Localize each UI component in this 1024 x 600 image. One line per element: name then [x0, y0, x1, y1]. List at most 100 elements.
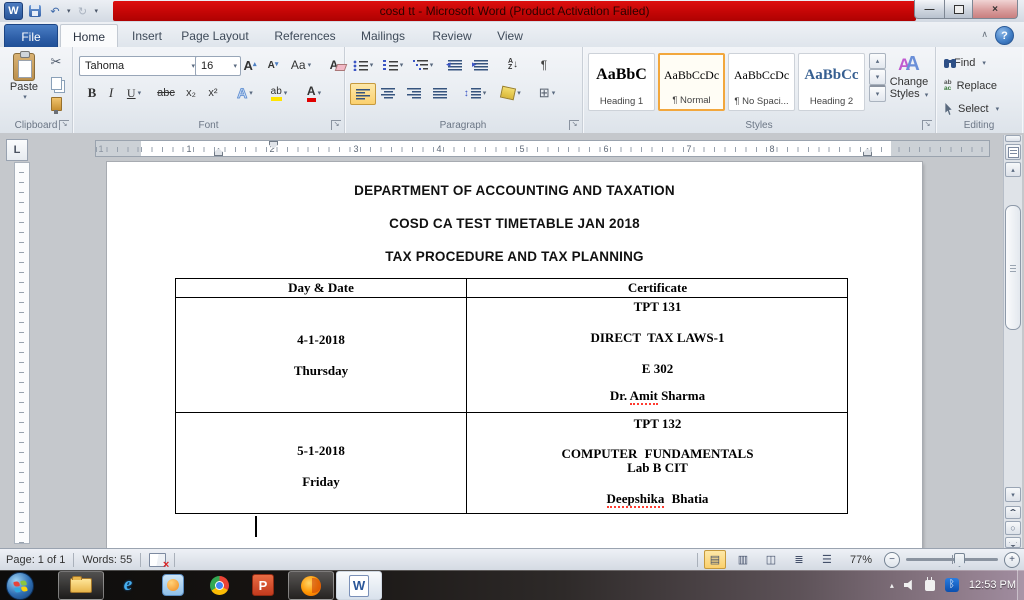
taskbar-media-player-button[interactable] — [161, 573, 185, 597]
align-right-button[interactable] — [402, 83, 426, 103]
copy-button[interactable] — [46, 74, 66, 92]
change-styles-button[interactable]: AA Change Styles ▾ — [885, 53, 933, 100]
tab-view[interactable]: View — [488, 24, 532, 47]
word-logo-icon[interactable]: W — [4, 2, 23, 20]
tab-insert[interactable]: Insert — [122, 24, 172, 47]
taskbar-firefox-button[interactable] — [288, 571, 334, 600]
paragraph-dialog-launcher[interactable]: ↘ — [569, 120, 579, 130]
styles-scroll-up-button[interactable]: ▴ — [869, 53, 886, 69]
previous-page-button[interactable] — [1005, 506, 1021, 519]
next-page-button[interactable] — [1005, 537, 1021, 548]
taskbar-chrome-button[interactable] — [207, 573, 231, 597]
page-count[interactable]: Page: 1 of 1 — [6, 554, 65, 566]
split-handle[interactable] — [1005, 135, 1021, 142]
restore-button[interactable] — [945, 0, 973, 19]
tab-mailings[interactable]: Mailings — [352, 24, 414, 47]
scroll-down-button[interactable]: ▾ — [1005, 487, 1021, 502]
text-effects-button[interactable]: A▾ — [231, 83, 259, 103]
outline-view-button[interactable]: ≣ — [788, 550, 810, 569]
shading-button[interactable]: ▾ — [496, 83, 526, 103]
zoom-slider-thumb[interactable] — [954, 553, 965, 567]
zoom-in-button[interactable]: + — [1004, 552, 1020, 568]
tab-home[interactable]: Home — [60, 24, 118, 48]
superscript-button[interactable]: x² — [203, 83, 223, 103]
customize-qat-button[interactable]: ▾ — [95, 7, 99, 15]
draft-view-button[interactable]: ☰ — [816, 550, 838, 569]
multilevel-list-button[interactable]: ▾ — [410, 55, 436, 75]
numbering-button[interactable]: ▾ — [380, 55, 406, 75]
browse-object-button[interactable]: ○ — [1005, 521, 1021, 535]
print-layout-view-button[interactable]: ▤ — [704, 550, 726, 569]
zoom-level[interactable]: 77% — [850, 554, 872, 566]
start-button[interactable] — [6, 572, 34, 600]
help-icon[interactable]: ? — [995, 26, 1014, 45]
scroll-up-button[interactable]: ▴ — [1005, 162, 1021, 177]
ruler-toggle-button[interactable] — [1005, 144, 1021, 160]
vertical-scrollbar[interactable]: ▴ ▾ ○ — [1003, 135, 1022, 548]
cut-button[interactable]: ✂ — [46, 53, 66, 71]
styles-more-button[interactable]: ▾ — [869, 85, 886, 102]
format-painter-button[interactable] — [46, 95, 66, 113]
taskbar-word-button[interactable]: W — [336, 571, 382, 600]
tab-references[interactable]: References — [268, 24, 342, 47]
paste-button[interactable]: Paste ▾ — [5, 51, 43, 117]
replace-button[interactable]: abac Replace — [944, 78, 997, 94]
bold-button[interactable]: B — [83, 83, 101, 103]
italic-button[interactable]: I — [103, 83, 119, 103]
bluetooth-icon[interactable]: ᛒ — [945, 578, 959, 592]
font-size-combo[interactable]: 16 ▾ — [195, 56, 241, 76]
show-hide-pilcrow-button[interactable]: ¶ — [534, 55, 554, 75]
word-count[interactable]: Words: 55 — [82, 554, 132, 566]
grow-font-button[interactable]: A▴ — [239, 55, 261, 75]
tab-stop-selector[interactable]: L — [6, 139, 28, 161]
minimize-ribbon-icon[interactable]: ∧ — [981, 29, 988, 40]
font-color-button[interactable]: A▾ — [299, 83, 329, 103]
change-case-button[interactable]: Aa▾ — [287, 55, 315, 75]
align-center-button[interactable] — [376, 83, 400, 103]
shrink-font-button[interactable]: A▾ — [263, 55, 283, 75]
taskbar-powerpoint-button[interactable]: P — [251, 573, 275, 597]
full-screen-reading-button[interactable]: ▥ — [732, 550, 754, 569]
show-desktop-button[interactable] — [1017, 570, 1024, 600]
undo-button[interactable]: ↶ — [47, 3, 63, 19]
close-button[interactable]: × — [973, 0, 1018, 19]
document-page[interactable]: DEPARTMENT OF ACCOUNTING AND TAXATION CO… — [107, 162, 922, 548]
decrease-indent-button[interactable] — [444, 55, 466, 75]
style-heading1[interactable]: AaBbC Heading 1 — [588, 53, 655, 111]
sort-button[interactable]: A Z ↓ — [500, 55, 526, 75]
volume-icon[interactable] — [904, 580, 915, 591]
zoom-out-button[interactable]: − — [884, 552, 900, 568]
style-no-spacing[interactable]: AaBbCcDc ¶ No Spaci... — [728, 53, 795, 111]
borders-button[interactable]: ⊞▾ — [532, 83, 562, 103]
taskbar-ie-button[interactable]: e — [116, 573, 140, 597]
strikethrough-button[interactable]: abc — [153, 83, 179, 103]
taskbar-clock[interactable]: 12:53 PM — [969, 579, 1016, 591]
increase-indent-button[interactable] — [470, 55, 492, 75]
power-plug-icon[interactable] — [925, 580, 935, 591]
justify-button[interactable] — [428, 83, 452, 103]
show-hidden-icons-button[interactable]: ▴ — [890, 581, 894, 590]
select-button[interactable]: Select ▾ — [944, 101, 999, 117]
tab-review[interactable]: Review — [426, 24, 478, 47]
font-family-combo[interactable]: Tahoma ▾ — [79, 56, 199, 76]
styles-scroll-down-button[interactable]: ▾ — [869, 69, 886, 85]
font-dialog-launcher[interactable]: ↘ — [331, 120, 341, 130]
style-heading2[interactable]: AaBbCc Heading 2 — [798, 53, 865, 111]
subscript-button[interactable]: x₂ — [181, 83, 201, 103]
align-left-button[interactable] — [350, 83, 376, 105]
redo-button[interactable]: ↻ — [75, 3, 91, 19]
undo-dropdown-icon[interactable]: ▾ — [67, 7, 71, 15]
zoom-slider[interactable] — [906, 558, 998, 561]
spellcheck-status-icon[interactable] — [149, 553, 166, 567]
underline-button[interactable]: U▾ — [121, 83, 147, 103]
minimize-button[interactable]: — — [914, 0, 945, 19]
web-layout-button[interactable]: ◫ — [760, 550, 782, 569]
styles-dialog-launcher[interactable]: ↘ — [922, 120, 932, 130]
line-spacing-button[interactable]: ↕ ▾ — [460, 83, 490, 103]
taskbar-explorer-button[interactable] — [58, 571, 104, 600]
tab-file[interactable]: File — [4, 24, 58, 48]
tab-page-layout[interactable]: Page Layout — [176, 24, 254, 47]
bullets-button[interactable]: ▾ — [350, 55, 376, 75]
save-button[interactable] — [27, 3, 43, 19]
style-normal[interactable]: AaBbCcDc ¶ Normal — [658, 53, 725, 111]
